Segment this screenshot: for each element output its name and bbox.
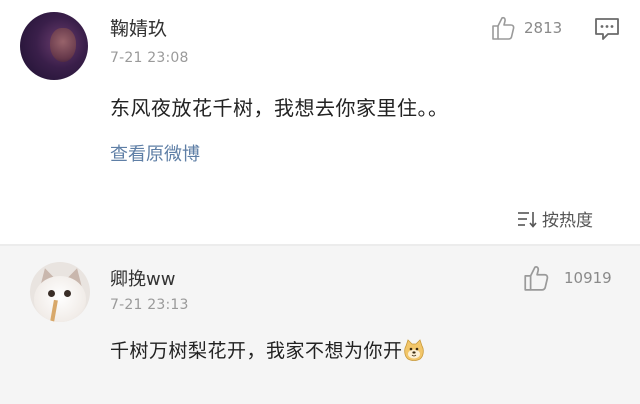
- avatar[interactable]: [20, 12, 88, 80]
- username[interactable]: 鞠婧玖: [110, 14, 167, 41]
- thumbs-up-icon: [492, 16, 515, 40]
- main-comment: 鞠婧玖 7-21 23:08 2813 东风夜放花千树，我想去你家里住。。 查看…: [0, 0, 640, 244]
- reply-avatar[interactable]: [30, 262, 90, 322]
- reply-username[interactable]: 卿挽ww: [110, 265, 175, 291]
- like-button[interactable]: 2813: [490, 15, 562, 41]
- reply-text: 千树万树梨花开，我家不想为你开: [110, 336, 425, 363]
- cat-head: [34, 276, 86, 322]
- thumbs-up-icon: [524, 266, 549, 291]
- sort-label: 按热度: [542, 211, 593, 231]
- cat-eye-right: [64, 290, 71, 297]
- timestamp: 7-21 23:08: [110, 50, 189, 66]
- reply-like-button[interactable]: 10919: [522, 264, 612, 292]
- doge-emoji-icon: [403, 339, 424, 361]
- comment-text: 东风夜放花千树，我想去你家里住。。: [110, 96, 449, 120]
- comment-icon[interactable]: [594, 17, 620, 41]
- cat-eye-left: [48, 290, 55, 297]
- avatar-face: [50, 28, 76, 62]
- like-count: 2813: [524, 19, 563, 37]
- sort-icon: [518, 211, 537, 228]
- sort-button[interactable]: 按热度: [516, 206, 593, 231]
- reply-text-content: 千树万树梨花开，我家不想为你开: [110, 340, 403, 362]
- reply-like-count: 10919: [564, 269, 612, 287]
- weibo-comment-screen: 鞠婧玖 7-21 23:08 2813 东风夜放花千树，我想去你家里住。。 查看…: [0, 0, 640, 404]
- view-original-link[interactable]: 查看原微博: [110, 140, 200, 166]
- reply-timestamp: 7-21 23:13: [110, 297, 189, 313]
